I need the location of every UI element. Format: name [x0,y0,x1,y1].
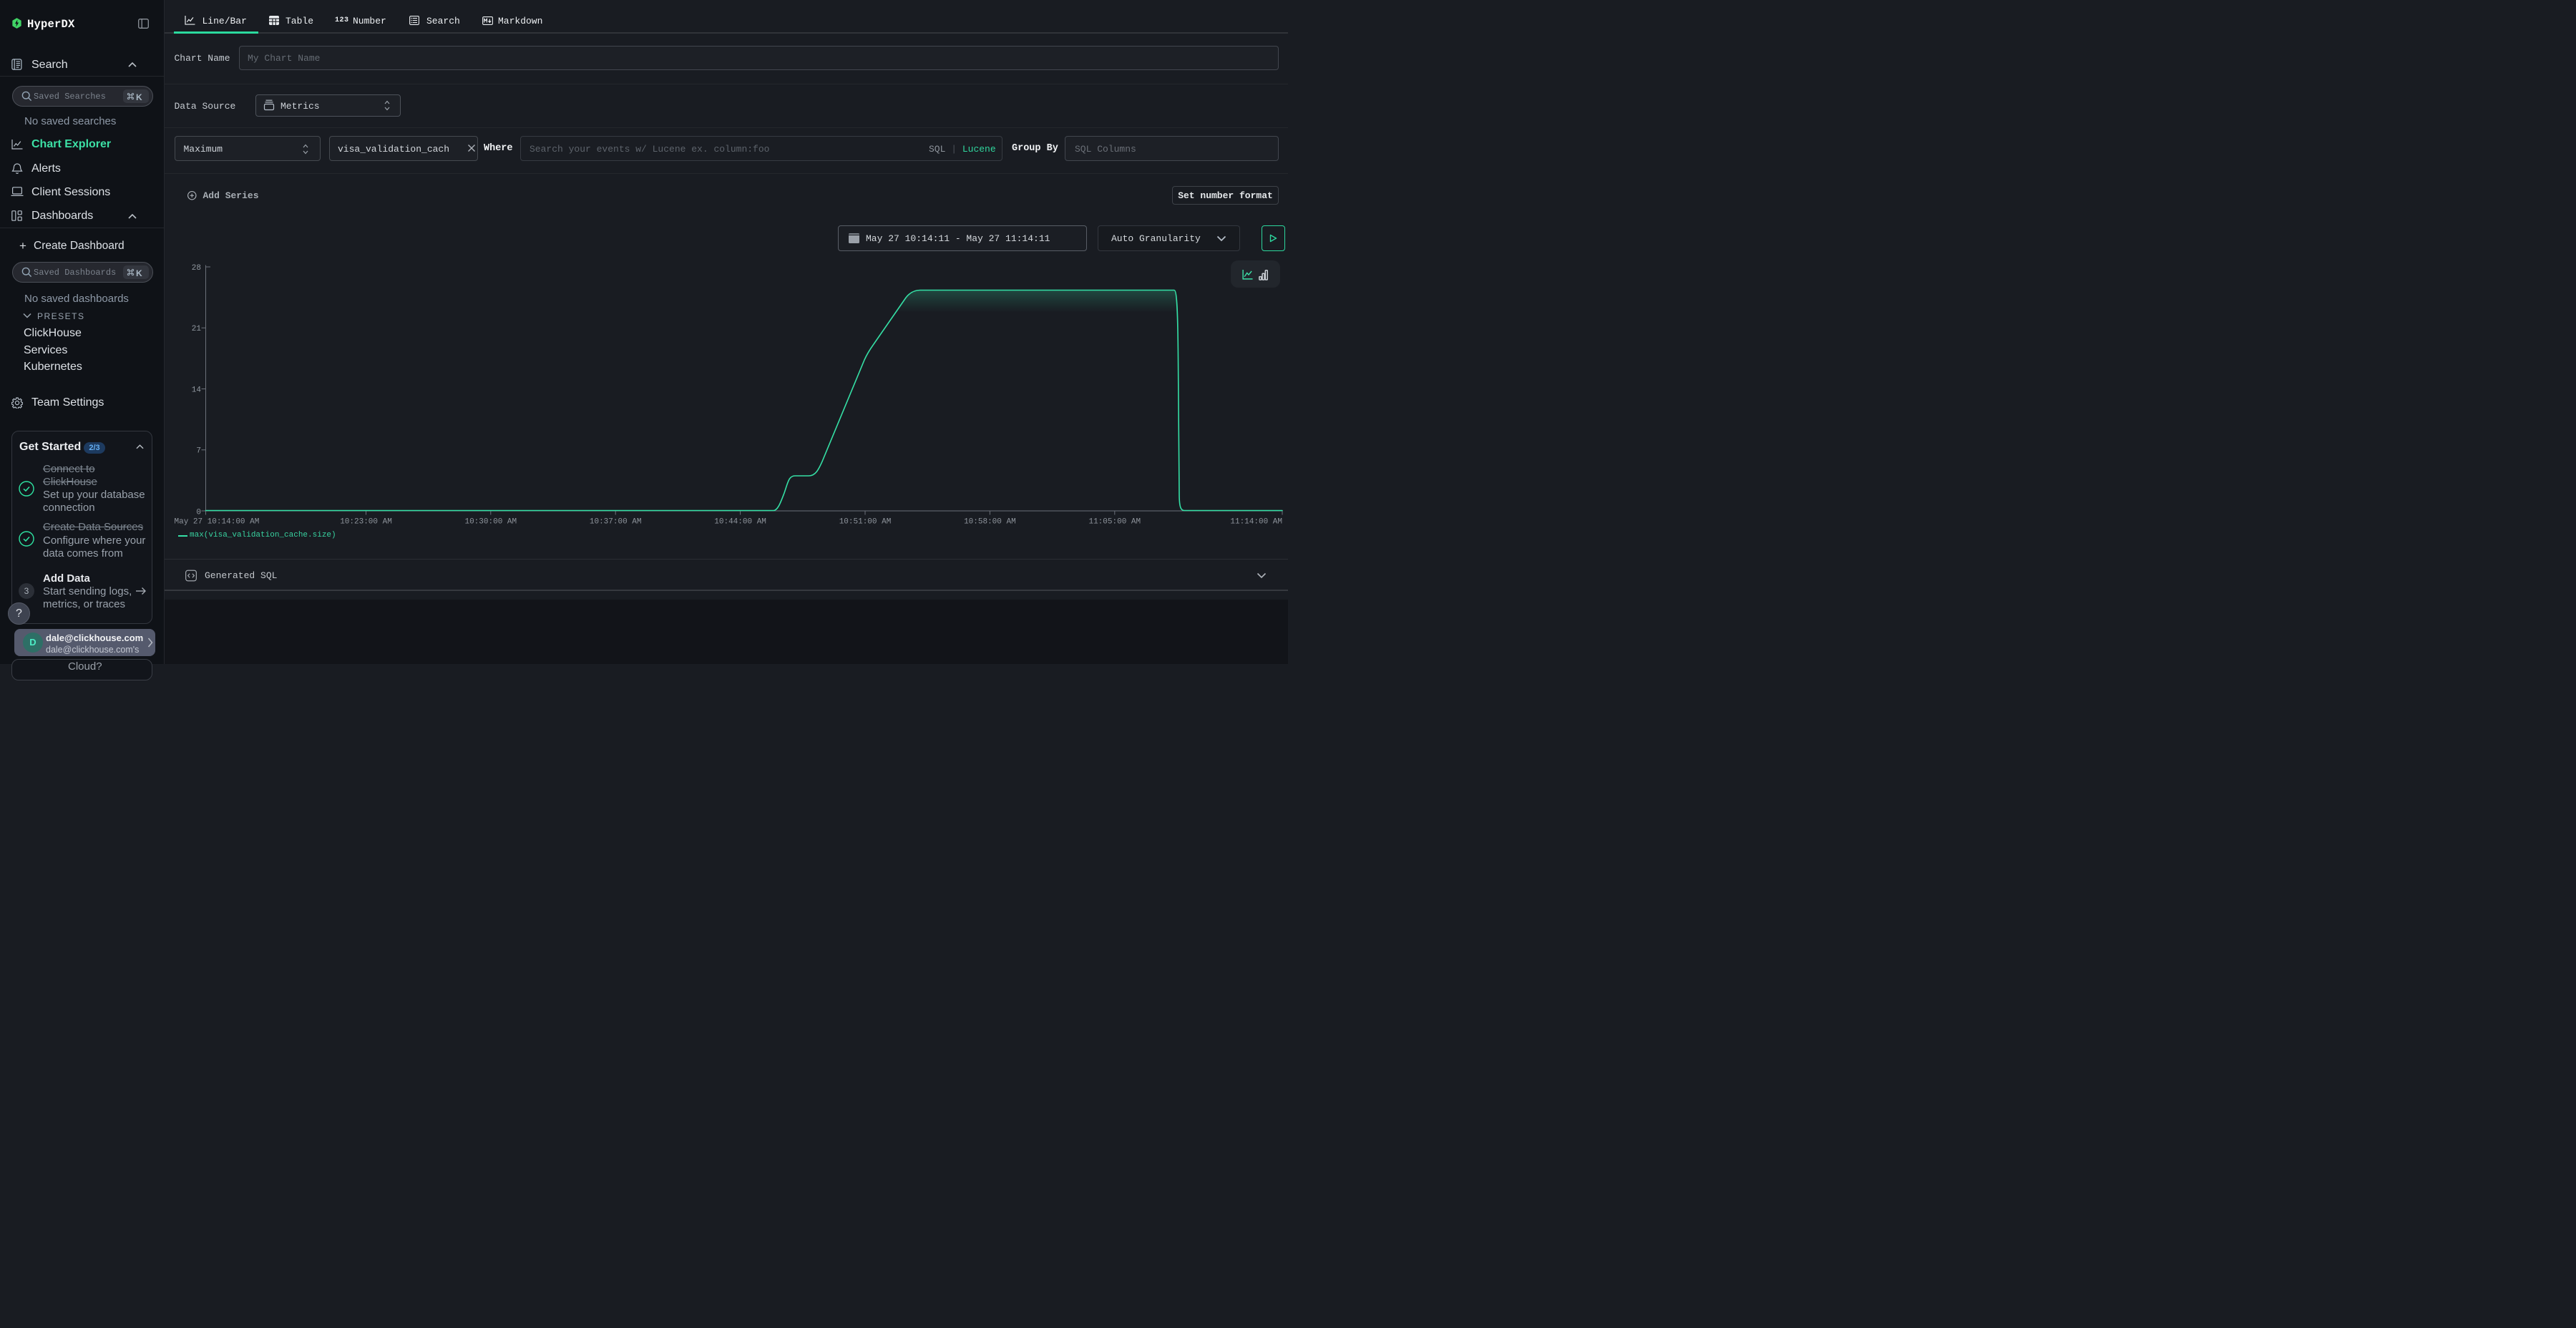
svg-text:10:51:00 AM: 10:51:00 AM [839,518,892,527]
svg-text:10:44:00 AM: 10:44:00 AM [714,518,766,527]
svg-text:14: 14 [192,386,202,395]
svg-text:10:23:00 AM: 10:23:00 AM [340,518,392,527]
svg-text:11:14:00 AM: 11:14:00 AM [1230,518,1282,527]
svg-text:0: 0 [196,509,201,517]
svg-text:10:30:00 AM: 10:30:00 AM [464,518,517,527]
svg-text:11:05:00 AM: 11:05:00 AM [1088,518,1141,527]
svg-text:10:37:00 AM: 10:37:00 AM [590,518,642,527]
svg-text:10:58:00 AM: 10:58:00 AM [964,518,1016,527]
svg-text:21: 21 [192,325,202,333]
svg-text:28: 28 [192,264,201,273]
svg-text:May 27 10:14:00 AM: May 27 10:14:00 AM [175,518,260,527]
svg-text:7: 7 [196,447,201,456]
